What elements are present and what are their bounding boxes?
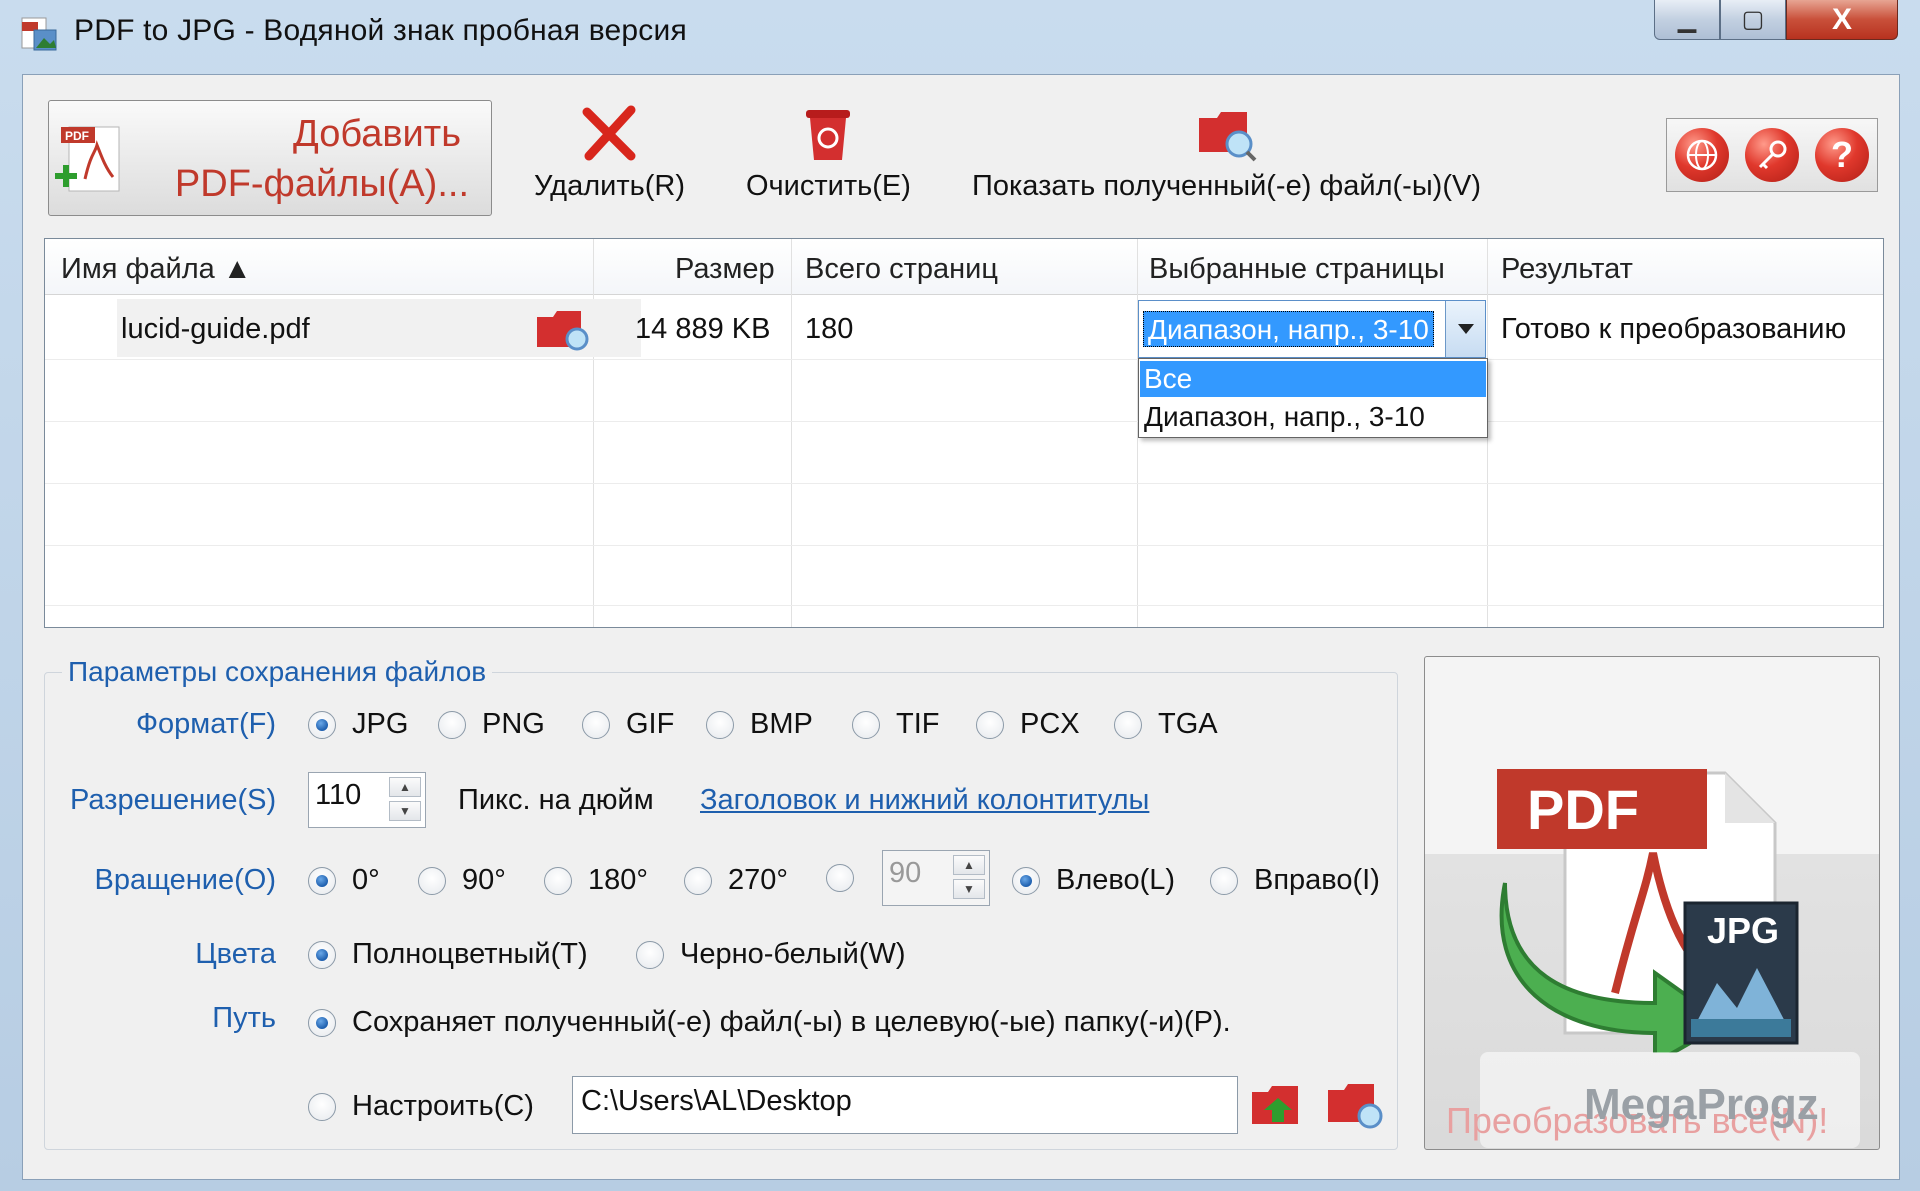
maximize-icon: ▢ — [1741, 6, 1765, 33]
selected-pages-value: Диапазон, напр., 3-10 — [1143, 311, 1434, 347]
format-pcx[interactable]: PCX — [976, 708, 1080, 741]
format-gif[interactable]: GIF — [582, 708, 674, 741]
close-icon: X — [1831, 2, 1852, 36]
header-footer-link[interactable]: Заголовок и нижний колонтитулы — [700, 784, 1149, 817]
combo-dropdown-button[interactable] — [1445, 301, 1485, 357]
path-label: Путь — [212, 1002, 276, 1034]
delete-icon — [582, 105, 636, 161]
selected-pages-dropdown: Все Диапазон, напр., 3-10 — [1138, 358, 1488, 438]
settings-group-title: Параметры сохранения файлов — [62, 656, 493, 688]
svg-text:PDF: PDF — [65, 129, 89, 143]
format-jpg[interactable]: JPG — [308, 708, 408, 741]
rotation-0[interactable]: 0° — [308, 864, 380, 897]
resolution-up-arrow[interactable]: ▲ — [389, 777, 421, 797]
show-output-button[interactable]: Показать полученный(-е) файл(-ы)(V) — [972, 104, 1481, 203]
resolution-value: 110 — [315, 779, 362, 811]
app-icon — [21, 17, 57, 51]
resolution-unit: Пикс. на дюйм — [458, 784, 654, 816]
format-bmp[interactable]: BMP — [706, 708, 813, 741]
file-name: lucid-guide.pdf — [121, 313, 310, 345]
add-pdf-label-line2: PDF-файлы(A)... — [174, 163, 469, 205]
rotation-custom-stepper[interactable]: 90 ▲ ▼ — [882, 850, 990, 906]
pdf-to-jpg-icon: PDF JPG — [1497, 769, 1799, 1053]
colors-label: Цвета — [195, 938, 276, 970]
add-pdf-label-line1: Добавить — [293, 113, 461, 155]
open-folder-icon[interactable] — [535, 307, 595, 355]
dropdown-option-all[interactable]: Все — [1140, 361, 1486, 397]
rotation-custom[interactable] — [826, 864, 870, 892]
app-window: PDF to JPG - Водяной знак пробная версия… — [0, 0, 1920, 1191]
close-button[interactable]: X — [1786, 0, 1898, 40]
format-tif[interactable]: TIF — [852, 708, 940, 741]
rotation-180[interactable]: 180° — [544, 864, 648, 897]
rotation-90[interactable]: 90° — [418, 864, 506, 897]
maximize-button[interactable]: ▢ — [1720, 0, 1786, 40]
show-output-label: Показать полученный(-е) файл(-ы)(V) — [972, 170, 1482, 202]
col-selected-pages[interactable]: Выбранные страницы — [1149, 253, 1445, 286]
col-result[interactable]: Результат — [1501, 253, 1633, 286]
folder-search-icon — [1198, 112, 1256, 162]
minimize-button[interactable]: ▁ — [1654, 0, 1720, 40]
window-controls: ▁ ▢ X — [1654, 0, 1898, 46]
format-label: Формат(F) — [135, 708, 276, 740]
chevron-down-icon — [1457, 324, 1474, 334]
clear-button[interactable]: Очистить(E) — [746, 104, 911, 203]
color-bw[interactable]: Черно-белый(W) — [636, 938, 906, 971]
top-right-buttons: ? — [1666, 118, 1878, 192]
selected-pages-combo[interactable]: Диапазон, напр., 3-10 — [1138, 300, 1486, 358]
format-png[interactable]: PNG — [438, 708, 545, 741]
help-icon: ? — [1831, 134, 1853, 175]
browse-folder-icon[interactable] — [1250, 1080, 1308, 1134]
rotation-left[interactable]: Влево(L) — [1012, 864, 1175, 897]
col-total-pages[interactable]: Всего страниц — [805, 253, 998, 286]
add-pdf-icon: PDF — [55, 126, 120, 192]
trash-icon — [806, 110, 851, 160]
resolution-down-arrow[interactable]: ▼ — [389, 801, 421, 821]
minimize-icon: ▁ — [1677, 6, 1697, 33]
resolution-label: Разрешение(S) — [70, 784, 277, 816]
table-header: Имя файла ▲ Размер Всего страниц Выбранн… — [45, 239, 1883, 295]
help-button[interactable]: ? — [1815, 128, 1869, 182]
resolution-stepper[interactable]: 110 ▲ ▼ — [308, 772, 426, 828]
rotation-up-arrow[interactable]: ▲ — [953, 855, 985, 875]
rotation-down-arrow[interactable]: ▼ — [953, 879, 985, 899]
key-icon — [1758, 140, 1787, 170]
file-result: Готово к преобразованию — [1501, 313, 1847, 345]
rotation-270[interactable]: 270° — [684, 864, 788, 897]
open-output-folder-icon[interactable] — [1326, 1078, 1386, 1134]
path-custom-option[interactable]: Настроить(C) — [308, 1090, 534, 1123]
file-table: Имя файла ▲ Размер Всего страниц Выбранн… — [44, 238, 1884, 628]
title-bar: PDF to JPG - Водяной знак пробная версия… — [0, 0, 1920, 66]
table-row[interactable]: lucid-guide.pdf 14 889 KB 180 Готово к п… — [45, 299, 1883, 359]
rotation-right[interactable]: Вправо(I) — [1210, 864, 1380, 897]
delete-label: Удалить(R) — [534, 170, 685, 202]
pdf-badge: PDF — [1527, 778, 1639, 841]
path-field[interactable]: C:\Users\AL\Desktop — [572, 1076, 1238, 1134]
window-title: PDF to JPG - Водяной знак пробная версия — [74, 14, 687, 47]
col-filename[interactable]: Имя файла ▲ — [61, 253, 252, 286]
delete-button[interactable]: Удалить(R) — [534, 104, 685, 203]
dropdown-option-range[interactable]: Диапазон, напр., 3-10 — [1140, 399, 1486, 435]
globe-icon — [1686, 139, 1718, 171]
rotation-custom-value: 90 — [889, 857, 922, 889]
col-size[interactable]: Размер — [675, 253, 775, 286]
color-full[interactable]: Полноцветный(T) — [308, 938, 588, 971]
file-size: 14 889 KB — [635, 313, 771, 345]
path-target-option[interactable]: Сохраняет полученный(-е) файл(-ы) в целе… — [308, 1006, 1231, 1039]
register-button[interactable] — [1745, 128, 1799, 182]
add-pdf-button[interactable]: PDF Добавить PDF-файлы(A)... — [48, 100, 492, 216]
file-pages: 180 — [805, 313, 854, 345]
rotation-label: Вращение(O) — [94, 864, 276, 896]
jpg-badge: JPG — [1707, 910, 1779, 951]
format-tga[interactable]: TGA — [1114, 708, 1218, 741]
website-button[interactable] — [1675, 128, 1729, 182]
watermark-text: MegaProgz — [1584, 1080, 1819, 1129]
clear-label: Очистить(E) — [746, 170, 911, 202]
